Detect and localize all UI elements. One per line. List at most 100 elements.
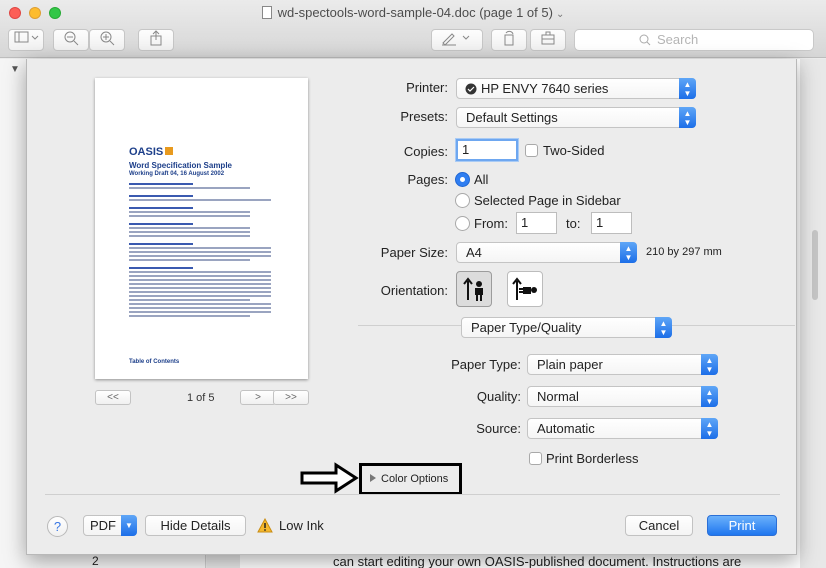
pages-from-input[interactable]: 1 <box>516 212 557 234</box>
section-value: Paper Type/Quality <box>471 320 582 335</box>
paper-size-dimensions: 210 by 297 mm <box>646 246 722 258</box>
paper-type-select[interactable]: Plain paper ▲ ▼ <box>527 354 718 375</box>
footer-divider <box>45 494 780 495</box>
zoom-in-icon <box>100 31 115 46</box>
pdf-menu-button[interactable]: PDF ▼ <box>83 515 137 536</box>
zoom-in-button[interactable] <box>89 29 125 51</box>
markup-button[interactable] <box>431 29 483 51</box>
printer-select[interactable]: HP ENVY 7640 series ▲ ▼ <box>456 78 696 99</box>
select-arrows-icon: ▲ ▼ <box>679 78 696 99</box>
paper-type-label: Paper Type: <box>451 357 521 372</box>
pages-to-label: to: <box>566 216 581 231</box>
print-borderless-checkbox[interactable] <box>529 452 542 465</box>
paper-type-value: Plain paper <box>537 357 603 372</box>
oasis-logo-icon <box>165 147 174 155</box>
page-indicator: 1 of 5 <box>187 392 215 404</box>
presets-value: Default Settings <box>466 110 558 125</box>
two-sided-checkbox[interactable] <box>525 144 538 157</box>
rotate-button[interactable] <box>491 29 527 51</box>
toolbox-icon <box>541 31 555 45</box>
sidebar-icon <box>14 31 39 43</box>
pages-all-radio[interactable] <box>455 172 470 187</box>
landscape-icon <box>512 277 537 300</box>
share-button[interactable] <box>138 29 174 51</box>
color-options-label: Color Options <box>381 473 449 485</box>
disclosure-triangle-icon[interactable]: ▼ <box>10 64 20 75</box>
presets-label: Presets: <box>400 109 448 124</box>
hide-details-button[interactable]: Hide Details <box>145 515 246 536</box>
share-icon <box>150 30 162 46</box>
select-arrows-icon: ▲ ▼ <box>701 354 718 375</box>
select-arrows-icon: ▲ ▼ <box>655 317 672 338</box>
print-preview-page: OASIS Word Specification Sample Working … <box>95 78 308 379</box>
print-borderless-label: Print Borderless <box>546 451 639 466</box>
low-ink-label: Low Ink <box>279 518 324 533</box>
color-options-disclosure[interactable]: Color Options <box>370 473 448 485</box>
sidebar-toggle-button[interactable] <box>8 29 44 51</box>
print-button[interactable]: Print <box>707 515 777 536</box>
preview-body-lines <box>129 183 271 319</box>
pages-to-input[interactable]: 1 <box>591 212 632 234</box>
paper-size-label: Paper Size: <box>380 245 448 260</box>
chevron-down-icon[interactable]: ⌄ <box>556 9 564 20</box>
last-page-button[interactable]: >> <box>273 390 309 405</box>
source-label: Source: <box>476 421 521 436</box>
two-sided-label: Two-Sided <box>543 143 605 158</box>
printer-status-icon <box>465 83 477 95</box>
select-arrows-icon: ▲ ▼ <box>620 242 637 263</box>
search-input[interactable]: Search <box>574 29 814 51</box>
disclosure-triangle-icon <box>370 474 376 482</box>
preview-logo: OASIS <box>129 146 174 158</box>
paper-size-select[interactable]: A4 ▲ ▼ <box>456 242 637 263</box>
preview-subtitle: Working Draft 04, 16 August 2002 <box>129 171 225 177</box>
preview-logo-text: OASIS <box>129 146 164 158</box>
pen-icon <box>442 33 470 46</box>
window-title-area: wd-spectools-word-sample-04.doc (page 1 … <box>0 5 826 20</box>
document-scrollbar[interactable] <box>812 230 818 300</box>
quality-value: Normal <box>537 389 579 404</box>
search-icon <box>639 34 651 46</box>
pages-from-label: From: <box>474 216 508 231</box>
cancel-button[interactable]: Cancel <box>625 515 693 536</box>
source-select[interactable]: Automatic ▲ ▼ <box>527 418 718 439</box>
toolbox-button[interactable] <box>530 29 566 51</box>
quality-select[interactable]: Normal ▲ ▼ <box>527 386 718 407</box>
annotation-arrow-icon <box>300 462 359 494</box>
pdf-label: PDF <box>90 518 116 533</box>
chevron-down-icon: ▼ <box>121 515 137 536</box>
window-title: wd-spectools-word-sample-04.doc (page 1 … <box>277 5 553 20</box>
color-options-highlight: Color Options <box>359 463 462 495</box>
zoom-out-button[interactable] <box>53 29 89 51</box>
zoom-out-icon <box>64 31 79 46</box>
document-icon <box>261 6 272 19</box>
printer-label: Printer: <box>406 80 448 95</box>
portrait-orientation-button[interactable] <box>456 271 492 307</box>
window-titlebar: wd-spectools-word-sample-04.doc (page 1 … <box>0 0 826 58</box>
presets-select[interactable]: Default Settings ▲ ▼ <box>456 107 696 128</box>
print-dialog: OASIS Word Specification Sample Working … <box>26 59 797 555</box>
thumbnail-page-number: 2 <box>92 554 99 568</box>
quality-label: Quality: <box>476 389 521 404</box>
paper-size-value: A4 <box>466 245 482 260</box>
document-text: can start editing your own OASIS-publish… <box>333 554 742 568</box>
help-button[interactable]: ? <box>47 516 68 537</box>
pages-all-label: All <box>474 172 489 187</box>
rotate-icon <box>504 30 514 46</box>
preview-title: Word Specification Sample <box>129 161 232 170</box>
search-placeholder: Search <box>657 32 699 47</box>
section-select[interactable]: Paper Type/Quality ▲ ▼ <box>461 317 672 338</box>
select-arrows-icon: ▲ ▼ <box>701 386 718 407</box>
select-arrows-icon: ▲ ▼ <box>701 418 718 439</box>
pages-selected-radio[interactable] <box>455 193 470 208</box>
orientation-label: Orientation: <box>380 283 448 298</box>
copies-label: Copies: <box>403 144 448 159</box>
copies-input[interactable]: 1 <box>456 139 518 161</box>
pages-selected-label: Selected Page in Sidebar <box>474 193 621 208</box>
landscape-orientation-button[interactable] <box>507 271 543 307</box>
next-page-button[interactable]: > <box>240 390 276 405</box>
portrait-icon <box>463 277 483 301</box>
first-page-button[interactable]: << <box>95 390 131 405</box>
pages-range-radio[interactable] <box>455 216 470 231</box>
select-arrows-icon: ▲ ▼ <box>679 107 696 128</box>
pages-label: Pages: <box>407 172 448 187</box>
